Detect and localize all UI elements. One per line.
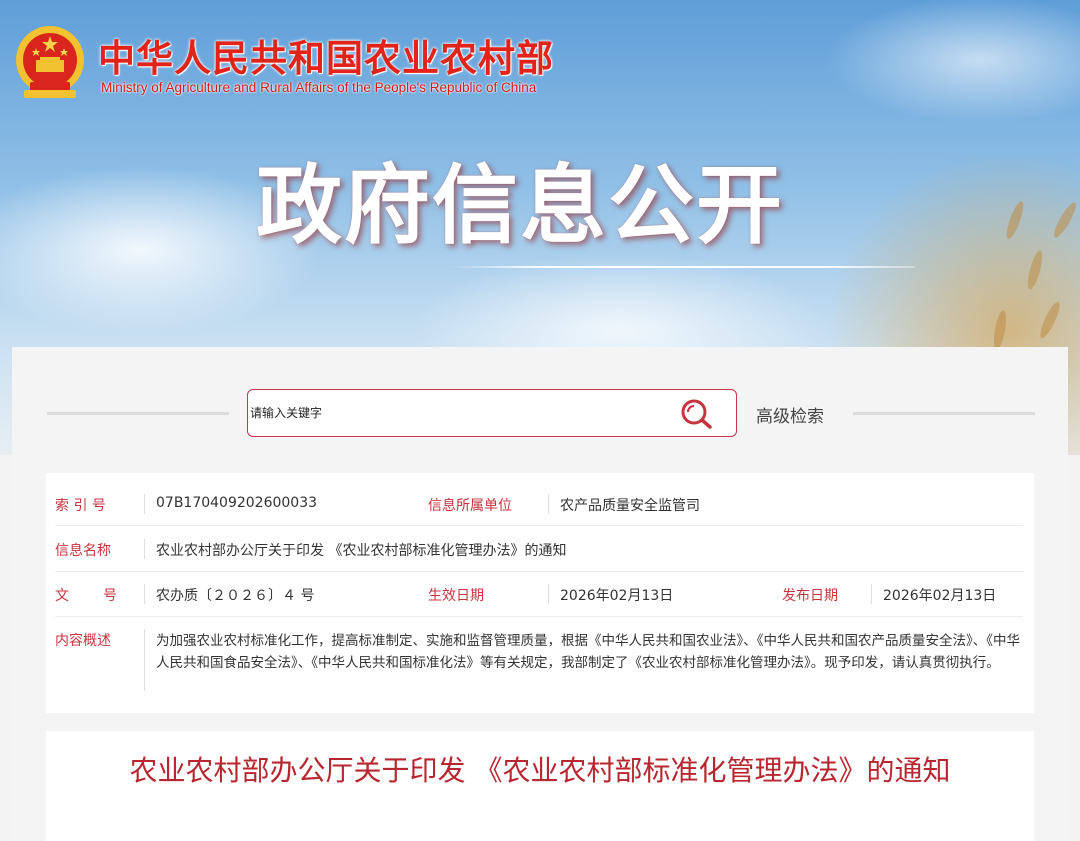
unit-label: 信息所属单位	[428, 498, 512, 514]
column-divider	[144, 494, 145, 514]
search-box	[247, 389, 737, 437]
doc-number-label-part1: 文	[55, 588, 69, 604]
info-table: 索 引 号 07B170409202600033 信息所属单位 农产品质量安全监…	[46, 473, 1034, 713]
search-input[interactable]	[248, 390, 668, 436]
name-value: 农业农村部办公厅关于印发 《农业农村部标准化管理办法》的通知	[156, 543, 567, 559]
row-divider	[55, 571, 1023, 572]
column-divider	[144, 539, 145, 559]
column-divider	[871, 584, 872, 604]
wheat-decoration	[1024, 249, 1046, 291]
national-emblem-icon[interactable]	[14, 24, 86, 100]
column-divider	[548, 584, 549, 604]
advanced-search-link[interactable]: 高级检索	[756, 402, 824, 427]
title-underline	[450, 266, 915, 268]
summary-value: 为加强农业农村标准化工作，提高标准制定、实施和监督管理质量，根据《中华人民共和国…	[156, 633, 1020, 671]
ministry-name-en[interactable]: Ministry of Agriculture and Rural Affair…	[101, 80, 536, 95]
publish-date-value: 2026年02月13日	[883, 588, 997, 604]
wheat-decoration	[1003, 199, 1027, 241]
publish-date-label: 发布日期	[782, 588, 838, 604]
column-divider	[144, 584, 145, 604]
index-value: 07B170409202600033	[156, 495, 318, 511]
ministry-name-cn[interactable]: 中华人民共和国农业农村部	[98, 28, 554, 82]
search-icon[interactable]	[680, 398, 714, 430]
effective-date-label: 生效日期	[428, 588, 484, 604]
article-title: 农业农村部办公厅关于印发 《农业农村部标准化管理办法》的通知	[129, 754, 951, 787]
wheat-decoration	[1037, 299, 1063, 341]
index-label: 索 引 号	[55, 498, 106, 514]
summary-label: 内容概述	[55, 633, 111, 649]
wheat-decoration	[1050, 200, 1080, 240]
unit-value: 农产品质量安全监管司	[560, 498, 700, 514]
divider-left	[47, 412, 229, 415]
name-label: 信息名称	[55, 543, 111, 559]
article-card: 农业农村部办公厅关于印发 《农业农村部标准化管理办法》的通知	[46, 731, 1034, 841]
divider-right	[853, 412, 1035, 415]
row-divider	[55, 525, 1023, 526]
doc-number-label-part2: 号	[103, 588, 117, 604]
section-title: 政府信息公开	[256, 156, 784, 256]
doc-number-value: 农办质〔２０２６〕４ 号	[156, 588, 315, 604]
row-divider	[55, 616, 1023, 617]
column-divider	[548, 494, 549, 514]
wheat-decoration	[991, 309, 1009, 351]
column-divider	[144, 629, 145, 691]
effective-date-value: 2026年02月13日	[560, 588, 674, 604]
